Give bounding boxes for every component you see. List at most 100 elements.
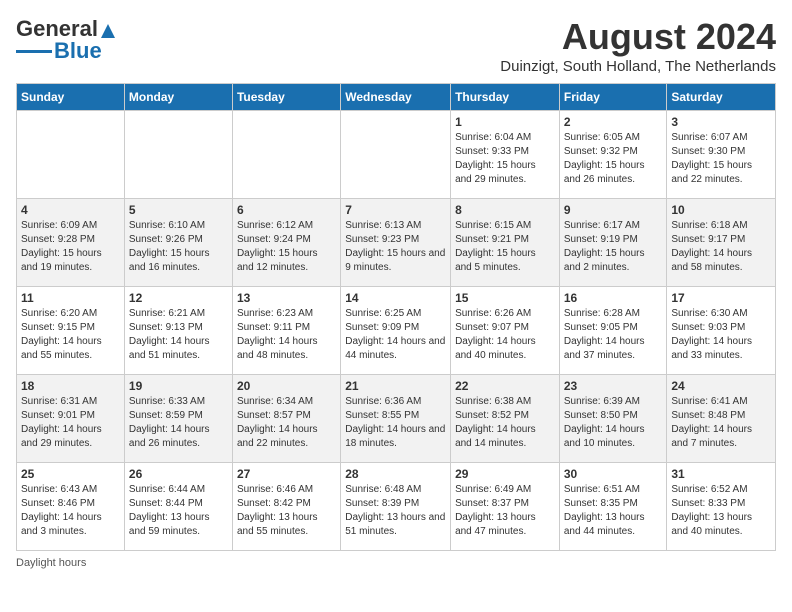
calendar-cell: 11 Sunrise: 6:20 AM Sunset: 9:15 PM Dayli… [17,287,125,375]
calendar-cell: 1 Sunrise: 6:04 AM Sunset: 9:33 PM Daylig… [451,111,560,199]
weekday-header: Tuesday [232,84,340,111]
day-info: Sunrise: 6:43 AM Sunset: 8:46 PM Dayligh… [21,483,120,539]
calendar-cell: 2Sunrise: 6:05 AM Sunset: 9:32 PM Daylig… [559,111,667,199]
day-info: Sunrise: 6:52 AM Sunset: 8:33 PM Dayligh… [671,483,771,539]
calendar-cell: 3 Sunrise: 6:07 AM Sunset: 9:30 PM Daylig… [667,111,776,199]
page-header: General Blue August 2024 Duinzigt, South… [16,16,776,75]
day-number: 6 [237,203,336,217]
day-info: Sunrise: 6:07 AM Sunset: 9:30 PM Dayligh… [671,131,771,187]
day-number: 19 [129,379,228,393]
day-number: 30 [564,467,663,481]
day-info: Sunrise: 6:25 AM Sunset: 9:09 PM Dayligh… [345,307,446,363]
calendar-cell: 15 Sunrise: 6:26 AM Sunset: 9:07 PM Dayli… [451,287,560,375]
day-number: 15 [455,291,555,305]
day-info: Sunrise: 6:38 AM Sunset: 8:52 PM Dayligh… [455,395,555,451]
calendar-week-row: 18 Sunrise: 6:31 AM Sunset: 9:01 PM Dayli… [17,375,776,463]
day-info: Sunrise: 6:31 AM Sunset: 9:01 PM Dayligh… [21,395,120,451]
day-info: Sunrise: 6:23 AM Sunset: 9:11 PM Dayligh… [237,307,336,363]
calendar-cell: 20Sunrise: 6:34 AM Sunset: 8:57 PM Dayli… [232,375,340,463]
day-number: 2 [564,115,663,129]
day-info: Sunrise: 6:12 AM Sunset: 9:24 PM Dayligh… [237,219,336,275]
calendar-cell: 21 Sunrise: 6:36 AM Sunset: 8:55 PM Dayli… [341,375,451,463]
calendar-header-row: SundayMondayTuesdayWednesdayThursdayFrid… [17,84,776,111]
calendar-cell: 5Sunrise: 6:10 AM Sunset: 9:26 PM Daylig… [124,199,232,287]
calendar-cell [341,111,451,199]
day-info: Sunrise: 6:28 AM Sunset: 9:05 PM Dayligh… [564,307,663,363]
day-info: Sunrise: 6:30 AM Sunset: 9:03 PM Dayligh… [671,307,771,363]
day-number: 3 [671,115,771,129]
calendar-cell: 10Sunrise: 6:18 AM Sunset: 9:17 PM Dayli… [667,199,776,287]
calendar-cell: 27 Sunrise: 6:46 AM Sunset: 8:42 PM Dayli… [232,463,340,551]
day-number: 8 [455,203,555,217]
weekday-header: Friday [559,84,667,111]
day-number: 18 [21,379,120,393]
calendar-cell: 12Sunrise: 6:21 AM Sunset: 9:13 PM Dayli… [124,287,232,375]
location: Duinzigt, South Holland, The Netherlands [500,58,776,75]
day-number: 7 [345,203,446,217]
day-number: 31 [671,467,771,481]
day-info: Sunrise: 6:41 AM Sunset: 8:48 PM Dayligh… [671,395,771,451]
calendar-cell: 30 Sunrise: 6:51 AM Sunset: 8:35 PM Dayli… [559,463,667,551]
calendar-cell: 13 Sunrise: 6:23 AM Sunset: 9:11 PM Dayli… [232,287,340,375]
calendar-cell: 24 Sunrise: 6:41 AM Sunset: 8:48 PM Dayli… [667,375,776,463]
calendar-cell: 9 Sunrise: 6:17 AM Sunset: 9:19 PM Daylig… [559,199,667,287]
calendar-table: SundayMondayTuesdayWednesdayThursdayFrid… [16,83,776,551]
weekday-header: Sunday [17,84,125,111]
logo-blue: Blue [54,38,102,64]
day-info: Sunrise: 6:09 AM Sunset: 9:28 PM Dayligh… [21,219,120,275]
calendar-cell: 28 Sunrise: 6:48 AM Sunset: 8:39 PM Dayli… [341,463,451,551]
calendar-cell: 8Sunrise: 6:15 AM Sunset: 9:21 PM Daylig… [451,199,560,287]
day-info: Sunrise: 6:39 AM Sunset: 8:50 PM Dayligh… [564,395,663,451]
day-info: Sunrise: 6:51 AM Sunset: 8:35 PM Dayligh… [564,483,663,539]
day-info: Sunrise: 6:48 AM Sunset: 8:39 PM Dayligh… [345,483,446,539]
day-info: Sunrise: 6:26 AM Sunset: 9:07 PM Dayligh… [455,307,555,363]
calendar-cell: 23Sunrise: 6:39 AM Sunset: 8:50 PM Dayli… [559,375,667,463]
calendar-cell: 25 Sunrise: 6:43 AM Sunset: 8:46 PM Dayli… [17,463,125,551]
day-number: 20 [237,379,336,393]
calendar-cell: 6 Sunrise: 6:12 AM Sunset: 9:24 PM Daylig… [232,199,340,287]
logo-line [16,50,52,53]
day-number: 16 [564,291,663,305]
day-info: Sunrise: 6:36 AM Sunset: 8:55 PM Dayligh… [345,395,446,451]
day-number: 14 [345,291,446,305]
day-number: 17 [671,291,771,305]
day-number: 24 [671,379,771,393]
day-number: 4 [21,203,120,217]
calendar-cell [124,111,232,199]
day-number: 11 [21,291,120,305]
day-info: Sunrise: 6:49 AM Sunset: 8:37 PM Dayligh… [455,483,555,539]
day-number: 29 [455,467,555,481]
day-number: 13 [237,291,336,305]
calendar-cell: 4 Sunrise: 6:09 AM Sunset: 9:28 PM Daylig… [17,199,125,287]
day-number: 21 [345,379,446,393]
weekday-header: Wednesday [341,84,451,111]
day-number: 5 [129,203,228,217]
day-info: Sunrise: 6:04 AM Sunset: 9:33 PM Dayligh… [455,131,555,187]
day-info: Sunrise: 6:33 AM Sunset: 8:59 PM Dayligh… [129,395,228,451]
weekday-header: Thursday [451,84,560,111]
calendar-cell: 17 Sunrise: 6:30 AM Sunset: 9:03 PM Dayli… [667,287,776,375]
day-number: 25 [21,467,120,481]
calendar-cell: 29 Sunrise: 6:49 AM Sunset: 8:37 PM Dayli… [451,463,560,551]
day-number: 12 [129,291,228,305]
title-section: August 2024 Duinzigt, South Holland, The… [500,16,776,75]
calendar-cell: 31 Sunrise: 6:52 AM Sunset: 8:33 PM Dayli… [667,463,776,551]
day-info: Sunrise: 6:17 AM Sunset: 9:19 PM Dayligh… [564,219,663,275]
day-number: 9 [564,203,663,217]
calendar-cell: 16 Sunrise: 6:28 AM Sunset: 9:05 PM Dayli… [559,287,667,375]
calendar-week-row: 11 Sunrise: 6:20 AM Sunset: 9:15 PM Dayli… [17,287,776,375]
day-number: 28 [345,467,446,481]
day-info: Sunrise: 6:20 AM Sunset: 9:15 PM Dayligh… [21,307,120,363]
calendar-cell [17,111,125,199]
calendar-week-row: 1 Sunrise: 6:04 AM Sunset: 9:33 PM Daylig… [17,111,776,199]
day-number: 22 [455,379,555,393]
day-info: Sunrise: 6:44 AM Sunset: 8:44 PM Dayligh… [129,483,228,539]
calendar-week-row: 4 Sunrise: 6:09 AM Sunset: 9:28 PM Daylig… [17,199,776,287]
day-info: Sunrise: 6:46 AM Sunset: 8:42 PM Dayligh… [237,483,336,539]
day-info: Sunrise: 6:13 AM Sunset: 9:23 PM Dayligh… [345,219,446,275]
calendar-cell [232,111,340,199]
day-number: 1 [455,115,555,129]
calendar-cell: 26Sunrise: 6:44 AM Sunset: 8:44 PM Dayli… [124,463,232,551]
day-number: 27 [237,467,336,481]
calendar-cell: 7 Sunrise: 6:13 AM Sunset: 9:23 PM Daylig… [341,199,451,287]
